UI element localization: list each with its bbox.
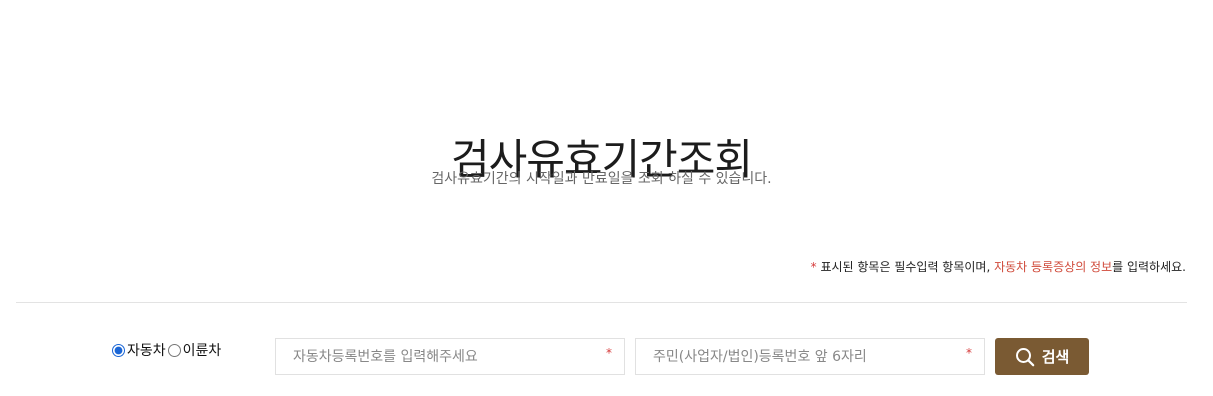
radio-car-label: 자동차: [127, 343, 166, 359]
registration-info-text: 자동차 등록증상의 정보: [994, 260, 1113, 274]
car-number-required-mark: *: [606, 346, 612, 360]
radio-motorcycle-label: 이륜차: [182, 343, 222, 359]
car-number-input[interactable]: [276, 339, 624, 374]
radio-option-motorcycle[interactable]: 이륜차: [167, 340, 222, 360]
car-number-field: *: [275, 338, 625, 375]
page-subtitle: 검사유효기간의 시작일과 만료일을 조회 하실 수 있습니다.: [431, 171, 772, 187]
radio-car[interactable]: [112, 343, 125, 357]
divider: [16, 302, 1187, 303]
id-number-input[interactable]: [636, 339, 984, 374]
notice-text-before: 표시된 항목은 필수입력 항목이며,: [816, 260, 995, 274]
search-button-label: 검색: [1041, 348, 1070, 366]
required-notice: * 표시된 항목은 필수입력 항목이며, 자동차 등록증상의 정보를 입력하세요…: [811, 258, 1186, 276]
id-number-required-mark: *: [966, 346, 972, 360]
search-icon: [1015, 347, 1034, 366]
search-button[interactable]: 검색: [995, 338, 1089, 375]
radio-option-car[interactable]: 자동차: [112, 340, 166, 360]
radio-motorcycle[interactable]: [167, 343, 181, 357]
notice-text-after: 를 입력하세요.: [1112, 260, 1186, 274]
id-number-field: *: [635, 338, 985, 375]
vehicle-type-selector: 자동차 이륜차: [112, 340, 223, 360]
